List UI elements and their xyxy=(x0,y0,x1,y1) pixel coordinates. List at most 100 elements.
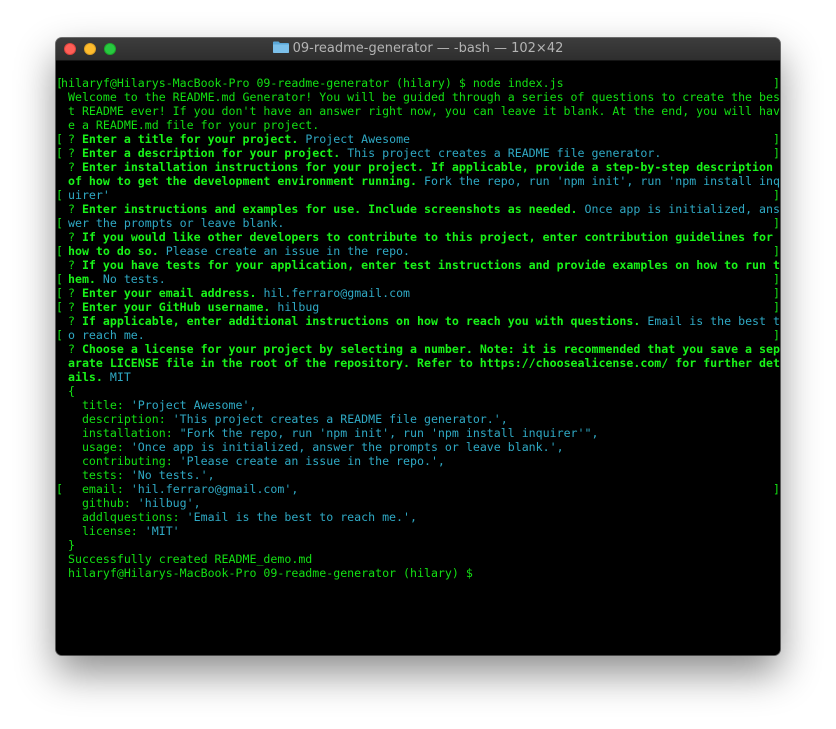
terminal-window: 09-readme-generator — -bash — 102×42 [] h… xyxy=(56,38,780,655)
prompt-question: ails. xyxy=(67,370,103,384)
terminal-line: [] how to do so. Please create an issue … xyxy=(56,244,780,258)
terminal-line: arate LICENSE file in the root of the re… xyxy=(56,356,780,370)
terminal-line: [] hem. No tests. xyxy=(56,272,780,286)
question-mark: ? xyxy=(67,202,75,216)
prompt-question: Enter installation instructions for your… xyxy=(81,160,773,174)
line-bracket-right: ] xyxy=(773,216,780,230)
line-bracket-right: ] xyxy=(773,328,780,342)
terminal-line: [] uirer' xyxy=(56,188,780,202)
question-mark: ? xyxy=(67,286,75,300)
terminal-output[interactable]: [] hilaryf@Hilarys-MacBook-Pro 09-readme-… xyxy=(56,61,780,655)
prompt-answer: hilbug xyxy=(277,300,320,314)
line-bracket-right: ] xyxy=(773,132,780,146)
terminal-line: addlquestions: 'Email is the best to rea… xyxy=(56,510,780,524)
question-mark: ? xyxy=(67,300,75,314)
terminal-line: [] ? Enter a title for your project. Pro… xyxy=(56,132,780,146)
terminal-line: license: 'MIT' xyxy=(56,524,780,538)
object-value: 'Once app is initialized, answer the pro… xyxy=(130,440,564,454)
terminal-line: Successfully created README_demo.md xyxy=(56,552,780,566)
question-mark: ? xyxy=(67,146,75,160)
output-text: { xyxy=(61,384,75,398)
line-bracket-left: [ xyxy=(56,482,63,496)
prompt-question: If applicable, enter additional instruct… xyxy=(81,314,641,328)
prompt-answer: Fork the repo, run 'npm init', run 'npm … xyxy=(423,174,780,188)
terminal-line: description: 'This project creates a REA… xyxy=(56,412,780,426)
prompt-answer: o reach me. xyxy=(67,328,145,342)
window-title-container: 09-readme-generator — -bash — 102×42 xyxy=(56,38,780,60)
question-mark: ? xyxy=(67,342,75,356)
prompt-answer: MIT xyxy=(109,370,131,384)
output-text: Welcome to the README.md Generator! You … xyxy=(61,90,780,104)
prompt-question: Enter instructions and examples for use.… xyxy=(81,202,578,216)
terminal-line: ? Enter installation instructions for yo… xyxy=(56,160,780,174)
terminal-line: title: 'Project Awesome', xyxy=(56,398,780,412)
prompt-question: how to do so. xyxy=(67,244,159,258)
output-text: hilaryf@Hilarys-MacBook-Pro 09-readme-ge… xyxy=(61,76,564,90)
terminal-line: ? If you have tests for your application… xyxy=(56,258,780,272)
terminal-line: ? Choose a license for your project by s… xyxy=(56,342,780,356)
line-bracket-left: [ xyxy=(56,328,63,342)
line-bracket-right: ] xyxy=(773,272,780,286)
question-mark: ? xyxy=(67,132,75,146)
object-value: 'This project creates a README file gene… xyxy=(172,412,508,426)
terminal-line: { xyxy=(56,384,780,398)
object-value: 'No tests.', xyxy=(130,468,215,482)
prompt-answer: Please create an issue in the repo. xyxy=(165,244,411,258)
object-key: title: xyxy=(61,398,131,412)
object-value: 'hil.ferraro@gmail.com', xyxy=(130,482,299,496)
title-bar[interactable]: 09-readme-generator — -bash — 102×42 xyxy=(56,38,780,61)
object-key: installation: xyxy=(61,426,180,440)
prompt-answer: hil.ferraro@gmail.com xyxy=(263,286,411,300)
terminal-line: [] ? Enter your email address. hil.ferra… xyxy=(56,286,780,300)
prompt-answer: Email is the best t xyxy=(647,314,780,328)
line-bracket-right: ] xyxy=(773,482,780,496)
question-mark: ? xyxy=(67,230,75,244)
terminal-line: [] ? Enter a description for your projec… xyxy=(56,146,780,160)
prompt-answer: This project creates a README file gener… xyxy=(347,146,662,160)
window-title: 09-readme-generator — -bash — 102×42 xyxy=(292,41,564,56)
object-key: email: xyxy=(61,482,131,496)
prompt-question: Choose a license for your project by sel… xyxy=(81,342,780,356)
line-bracket-left: [ xyxy=(56,216,63,230)
line-bracket-right: ] xyxy=(773,188,780,202)
line-bracket-left: [ xyxy=(56,132,63,146)
terminal-line: tests: 'No tests.', xyxy=(56,468,780,482)
prompt-answer: No tests. xyxy=(102,272,166,286)
line-bracket-left: [ xyxy=(56,76,63,90)
prompt-question: Enter your email address. xyxy=(81,286,257,300)
question-mark: ? xyxy=(67,314,75,328)
prompt-question: If you have tests for your application, … xyxy=(81,258,780,272)
line-bracket-right: ] xyxy=(773,146,780,160)
prompt-question: hem. xyxy=(67,272,96,286)
line-bracket-left: [ xyxy=(56,272,63,286)
output-text: t README ever! If you don't have an answ… xyxy=(61,104,780,118)
terminal-line: } xyxy=(56,538,780,552)
prompt-question: Enter your GitHub username. xyxy=(81,300,271,314)
terminal-line: Welcome to the README.md Generator! You … xyxy=(56,90,780,104)
terminal-line: [] ? Enter your GitHub username. hilbug xyxy=(56,300,780,314)
terminal-line: usage: 'Once app is initialized, answer … xyxy=(56,440,780,454)
prompt-answer: Once app is initialized, ans xyxy=(584,202,780,216)
terminal-line: [] wer the prompts or leave blank. xyxy=(56,216,780,230)
object-key: github: xyxy=(61,496,138,510)
line-bracket-right: ] xyxy=(773,76,780,90)
object-value: 'hilbug', xyxy=(137,496,201,510)
prompt-answer: Project Awesome xyxy=(305,132,411,146)
terminal-line: hilaryf@Hilarys-MacBook-Pro 09-readme-ge… xyxy=(56,566,780,580)
terminal-line: ails. MIT xyxy=(56,370,780,384)
prompt-question: of how to get the development environmen… xyxy=(67,174,417,188)
output-text: Successfully created README_demo.md xyxy=(61,552,313,566)
object-key: usage: xyxy=(61,440,131,454)
output-text: } xyxy=(61,538,75,552)
object-key: contributing: xyxy=(61,454,180,468)
prompt-question: If you would like other developers to co… xyxy=(81,230,773,244)
terminal-line: ? If you would like other developers to … xyxy=(56,230,780,244)
object-value: 'Please create an issue in the repo.', xyxy=(179,454,445,468)
terminal-line: [] hilaryf@Hilarys-MacBook-Pro 09-readme-… xyxy=(56,76,780,90)
object-key: description: xyxy=(61,412,173,426)
line-bracket-left: [ xyxy=(56,244,63,258)
object-value: 'MIT' xyxy=(144,524,180,538)
question-mark: ? xyxy=(67,160,75,174)
terminal-line: t README ever! If you don't have an answ… xyxy=(56,104,780,118)
terminal-line: installation: "Fork the repo, run 'npm i… xyxy=(56,426,780,440)
